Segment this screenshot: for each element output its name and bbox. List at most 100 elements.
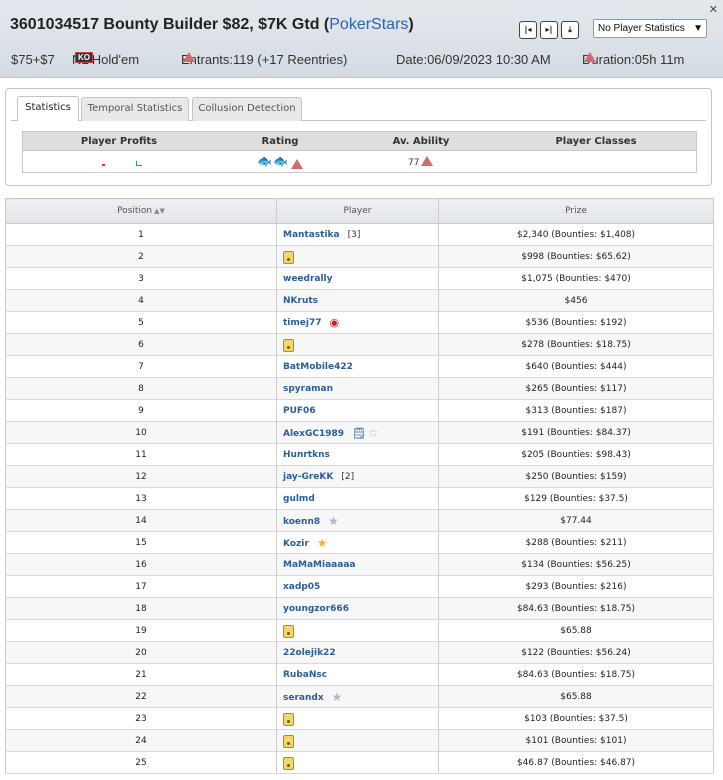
table-row[interactable]: 19 $65.88 [5,619,714,642]
table-row[interactable]: 1 Mantastika [3] $2,340 (Bounties: $1,408) [5,223,714,246]
table-row[interactable]: 9 PUF06 $313 (Bounties: $187) [5,399,714,422]
av-ability-value: 77 [408,156,434,168]
player-cell: spyraman [276,377,439,400]
table-row[interactable]: 16 MaMaMiaaaaa $134 (Bounties: $56.25) [5,553,714,576]
player-cell: Kozir ★ [276,531,439,554]
table-row[interactable]: 3 weedrally $1,075 (Bounties: $470) [5,267,714,290]
column-position[interactable]: Position ▲▼ [5,198,277,224]
position-cell: 9 [5,399,277,422]
header-player-profits: Player Profits [80,136,158,147]
download-button[interactable]: ⤓ [561,21,579,39]
prize-cell: $456 [438,289,714,312]
column-position-label: Position [117,206,153,216]
table-row[interactable]: 8 spyraman $265 (Bounties: $117) [5,377,714,400]
player-name-link[interactable]: jay-GreKK [283,472,333,482]
prize-cell: $250 (Bounties: $159) [438,465,714,488]
table-row[interactable]: 25 $46.87 (Bounties: $46.87) [5,751,714,774]
player-cell: PUF06 [276,399,439,422]
table-row[interactable]: 23 $103 (Bounties: $37.5) [5,707,714,730]
prize-cell: $288 (Bounties: $211) [438,531,714,554]
player-name-link[interactable]: PUF06 [283,406,316,416]
position-cell: 24 [5,729,277,752]
star-icon[interactable]: ☆ [368,426,379,440]
site-link[interactable]: PokerStars [329,16,408,33]
player-name-link[interactable]: youngzor666 [283,604,349,614]
entrants-text: Entrants:119 (+17 Reentries) [181,52,348,67]
tournament-header: 3601034517 Bounty Builder $82, $7K Gtd (… [0,0,723,78]
first-page-button[interactable]: |◂ [519,21,537,39]
player-name-link[interactable]: gulmd [283,494,315,504]
player-name-link[interactable]: timej77 [283,318,321,328]
table-row[interactable]: 15 Kozir ★ $288 (Bounties: $211) [5,531,714,554]
position-cell: 8 [5,377,277,400]
player-name-link[interactable]: Mantastika [283,230,340,240]
player-name-link[interactable]: BatMobile422 [283,362,353,372]
player-name-link[interactable]: NKruts [283,296,318,306]
last-page-button[interactable]: ▸| [540,21,558,39]
table-row[interactable]: 14 koenn8 ★ $77.44 [5,509,714,532]
table-row[interactable]: 17 xadp05 $293 (Bounties: $216) [5,575,714,598]
star-icon[interactable]: ★ [332,690,343,704]
table-body: 1 Mantastika [3] $2,340 (Bounties: $1,408) 2… [5,223,714,774]
star-icon[interactable]: ★ [328,514,339,528]
tab-temporal-statistics[interactable]: Temporal Statistics [81,97,189,121]
prize-cell: $2,340 (Bounties: $1,408) [438,223,714,246]
player-name-link[interactable]: serandx [283,693,324,703]
player-name-link[interactable]: RubaNsc [283,670,327,680]
sort-icon: ▲▼ [154,207,165,215]
column-player[interactable]: Player [276,198,439,224]
table-row[interactable]: 24 $101 (Bounties: $101) [5,729,714,752]
player-name-link[interactable]: Kozir [283,539,309,549]
prize-cell: $84.63 (Bounties: $18.75) [438,663,714,686]
player-name-link[interactable]: xadp05 [283,582,320,592]
table-row[interactable]: 22 serandx ★ $65.88 [5,685,714,708]
player-name-link[interactable]: weedrally [283,274,333,284]
position-cell: 23 [5,707,277,730]
table-row[interactable]: 5 timej77 ◉ $536 (Bounties: $192) [5,311,714,334]
close-icon[interactable]: ✕ [709,3,718,16]
player-name-link[interactable]: koenn8 [283,517,320,527]
note-icon[interactable]: 🗒 [352,427,366,440]
table-row[interactable]: 12 jay-GreKK [2] $250 (Bounties: $159) [5,465,714,488]
table-row[interactable]: 18 youngzor666 $84.63 (Bounties: $18.75) [5,597,714,620]
lock-icon [283,757,294,770]
column-prize[interactable]: Prize [438,198,714,224]
player-cell: MaMaMiaaaaa [276,553,439,576]
table-row[interactable]: 2 $998 (Bounties: $65.62) [5,245,714,268]
player-cell [276,333,439,356]
table-row[interactable]: 13 gulmd $129 (Bounties: $37.5) [5,487,714,510]
table-row[interactable]: 4 NKruts $456 [5,289,714,312]
prize-cell: $205 (Bounties: $98.43) [438,443,714,466]
tab-statistics[interactable]: Statistics [17,96,79,121]
knockout-badge: KO [75,52,93,63]
stats-select[interactable]: No Player Statistics ▼ [593,19,707,38]
player-cell: 22olejik22 [276,641,439,664]
table-row[interactable]: 10 AlexGC1989 🗒 ☆ $191 (Bounties: $84.37) [5,421,714,444]
position-cell: 12 [5,465,277,488]
player-name-link[interactable]: AlexGC1989 [283,429,344,439]
star-icon[interactable]: ★ [317,536,328,550]
prize-cell: $129 (Bounties: $37.5) [438,487,714,510]
player-cell: xadp05 [276,575,439,598]
table-row[interactable]: 6 $278 (Bounties: $18.75) [5,333,714,356]
table-row[interactable]: 21 RubaNsc $84.63 (Bounties: $18.75) [5,663,714,686]
tab-bar: Statistics Temporal Statistics Collusion… [11,95,706,121]
table-row[interactable]: 7 BatMobile422 $640 (Bounties: $444) [5,355,714,378]
prize-cell: $122 (Bounties: $56.24) [438,641,714,664]
header-av-ability: Av. Ability [392,136,450,147]
player-name-link[interactable]: 22olejik22 [283,648,336,658]
table-row[interactable]: 20 22olejik22 $122 (Bounties: $56.24) [5,641,714,664]
player-name-link[interactable]: spyraman [283,384,333,394]
position-cell: 5 [5,311,277,334]
profit-gain-bar [136,161,142,166]
player-name-link[interactable]: MaMaMiaaaaa [283,560,355,570]
prize-cell: $103 (Bounties: $37.5) [438,707,714,730]
tab-collusion-detection[interactable]: Collusion Detection [192,97,302,121]
table-row[interactable]: 11 Hunrtkns $205 (Bounties: $98.43) [5,443,714,466]
prize-cell: $84.63 (Bounties: $18.75) [438,597,714,620]
header-player-classes: Player Classes [555,136,637,147]
player-name-link[interactable]: Hunrtkns [283,450,330,460]
position-cell: 16 [5,553,277,576]
target-icon: ◉ [329,316,340,329]
player-cell: weedrally [276,267,439,290]
